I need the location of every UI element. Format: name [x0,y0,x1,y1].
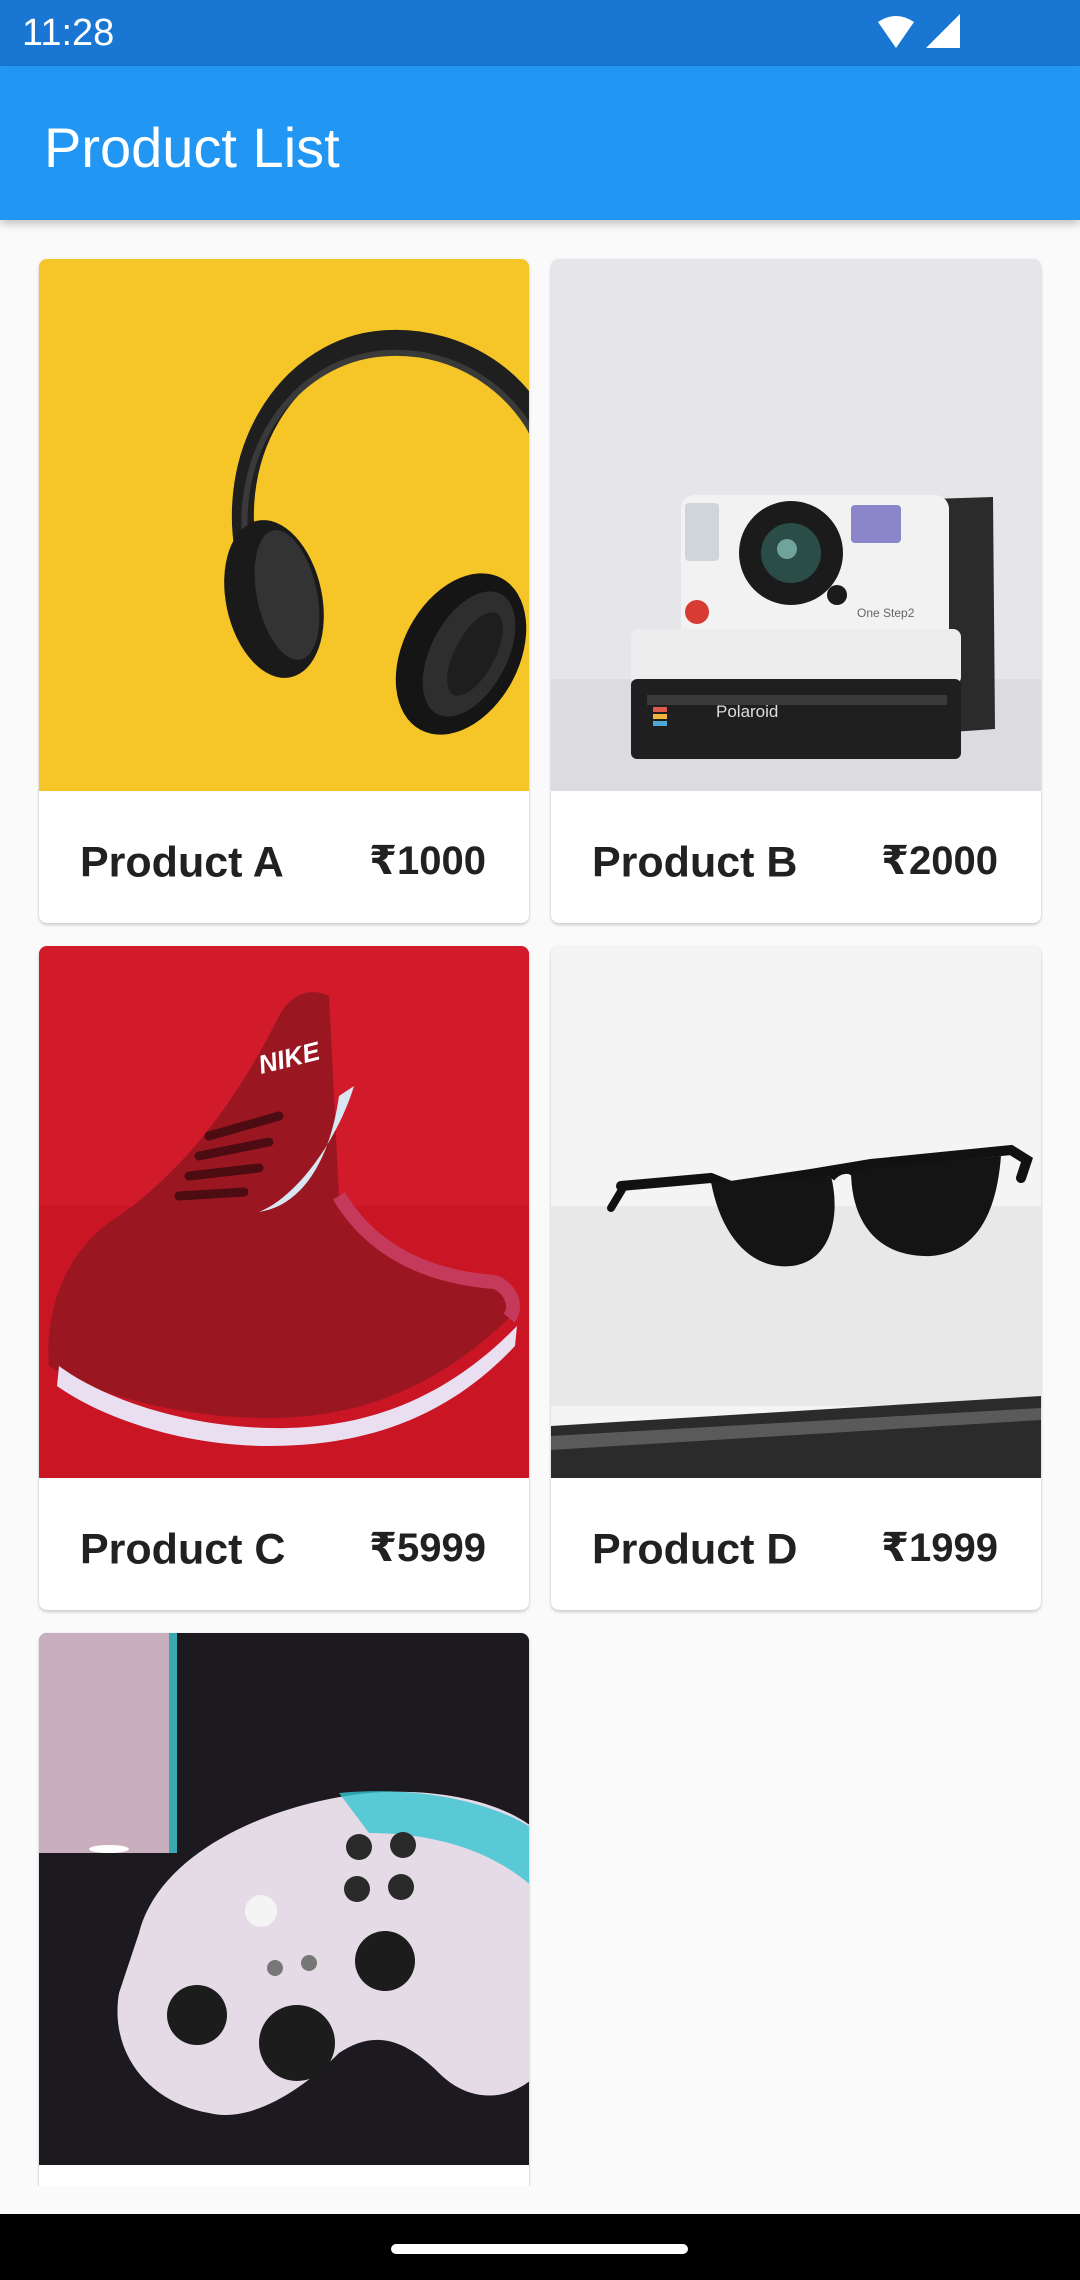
camera-brand-text: Polaroid [716,702,778,721]
navigation-bar [0,2214,1080,2280]
app-bar: Product List [0,66,1080,220]
camera-model-text: One Step2 [857,606,915,620]
product-image [39,259,529,791]
product-name: Product D [592,1525,798,1574]
product-price: ₹5999 [369,1526,486,1570]
product-image: Polaroid One Step2 [551,259,1041,791]
product-price: ₹2000 [881,839,998,883]
product-grid[interactable]: Product A ₹1000 Polaroid One Step2 Produ… [0,220,1080,2186]
page-title: Product List [44,116,340,179]
status-bar: 11:28 [0,0,1080,66]
home-indicator[interactable] [391,2244,688,2254]
cell-signal-icon [926,14,960,48]
polaroid-camera-image: Polaroid One Step2 [551,259,1041,791]
wifi-icon [878,16,914,48]
status-time: 11:28 [22,12,115,54]
product-image: NIKE [39,946,529,1478]
product-card[interactable]: Polaroid One Step2 Product B ₹2000 [551,259,1041,923]
running-shoe-image: NIKE [39,946,529,1478]
product-price: ₹1999 [881,1526,998,1570]
product-name: Product B [592,838,798,887]
sunglasses-image [551,946,1041,1478]
product-image [551,946,1041,1478]
game-controller-image [39,1633,529,2165]
product-card[interactable] [39,1633,529,2186]
status-icons [878,14,960,48]
product-price: ₹1000 [369,839,486,883]
headphones-image [39,259,529,791]
product-card[interactable]: Product A ₹1000 [39,259,529,923]
product-image [39,1633,529,2165]
product-name: Product C [80,1525,286,1574]
product-card[interactable]: Product D ₹1999 [551,946,1041,1610]
product-card[interactable]: NIKE Product C ₹5999 [39,946,529,1610]
product-name: Product A [80,838,284,887]
